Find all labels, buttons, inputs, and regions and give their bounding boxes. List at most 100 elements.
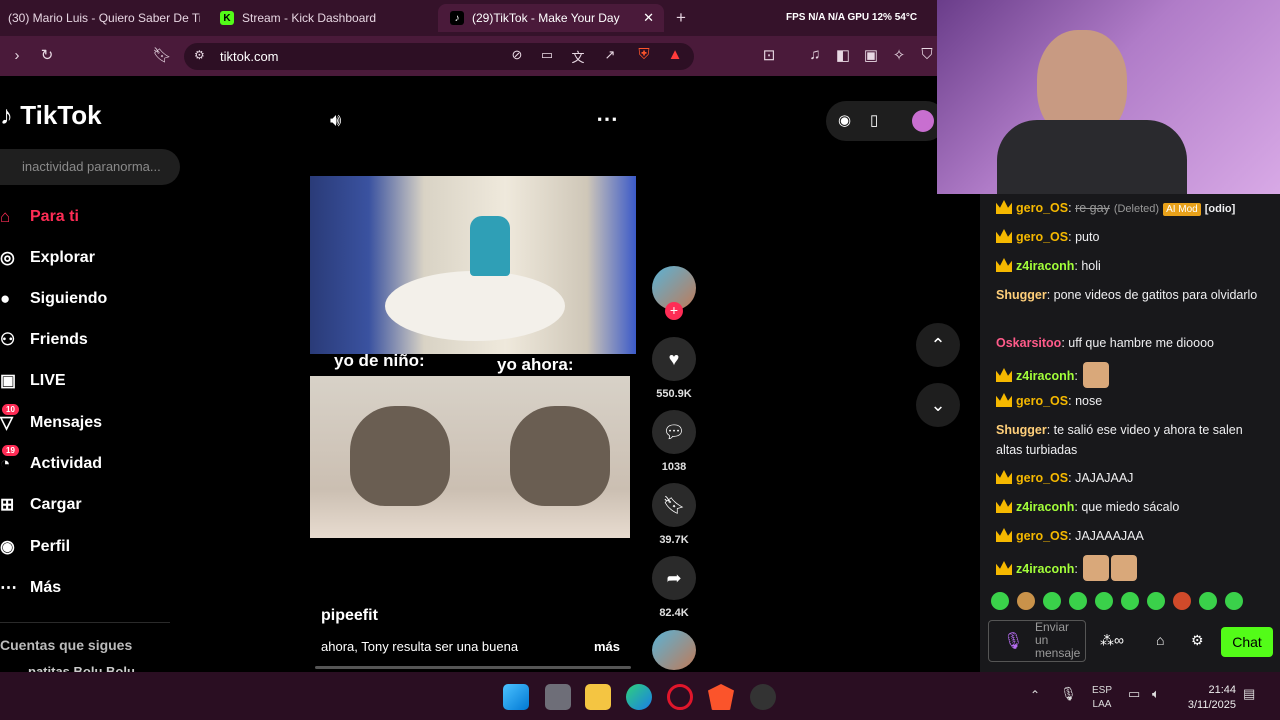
search-input[interactable]: inactividad paranorma...	[0, 149, 180, 185]
language-indicator[interactable]: ESP LAA	[1092, 684, 1112, 712]
clock[interactable]: 21:44 3/11/2025	[1180, 683, 1236, 713]
notifications-icon[interactable]: ▤	[1243, 686, 1255, 702]
following-account[interactable]: patitas Bolu Bolu	[28, 664, 135, 672]
save-button[interactable]: 🔖︎	[652, 483, 696, 527]
chat-username[interactable]: gero_OS	[1016, 230, 1068, 244]
nav-item-explorar[interactable]: ◎ Explorar	[0, 243, 95, 273]
emote-quick-pick[interactable]	[1147, 592, 1165, 610]
emote-quick-pick[interactable]	[991, 592, 1009, 610]
chat-username[interactable]: z4iraconh	[1016, 500, 1074, 514]
tab-kick[interactable]: K Stream - Kick Dashboard	[214, 4, 434, 32]
tab-tiktok[interactable]: ♪ (29)TikTok - Make Your Day ✕	[438, 4, 664, 32]
translate-icon[interactable]: 文	[567, 47, 589, 66]
share-button[interactable]: ➦	[652, 556, 696, 600]
chat-username[interactable]: z4iraconh	[1016, 562, 1074, 576]
media-icon[interactable]: ♫	[804, 46, 826, 63]
like-button[interactable]: ♥	[652, 337, 696, 381]
emote-quick-pick[interactable]	[1043, 592, 1061, 610]
upload-icon: ⊞	[0, 495, 15, 514]
store-icon[interactable]: ⌂	[1156, 632, 1164, 648]
nav-item-siguiendo[interactable]: ● Siguiendo	[0, 284, 107, 314]
emote-quick-pick[interactable]	[1173, 592, 1191, 610]
chat-input[interactable]: 🎙︎ Enviar un mensaje	[988, 620, 1086, 662]
edge-icon[interactable]	[626, 684, 652, 710]
nav-item-cargar[interactable]: ⊞ Cargar	[0, 490, 82, 520]
emote-quick-pick[interactable]	[1121, 592, 1139, 610]
follow-plus-icon[interactable]: +	[665, 302, 683, 320]
share-icon[interactable]: ↗	[599, 47, 621, 63]
screenshot-icon[interactable]: ⊡	[758, 46, 780, 64]
start-icon[interactable]	[503, 684, 529, 710]
chat-username[interactable]: Shugger	[996, 288, 1047, 302]
picture-in-picture-icon[interactable]: ▭	[536, 47, 558, 63]
video-more-link[interactable]: más	[594, 639, 620, 654]
chat-message: Shugger: te salió ese video y ahora te s…	[996, 420, 1266, 460]
task-view-icon[interactable]	[545, 684, 571, 710]
chat-username[interactable]: gero_OS	[1016, 529, 1068, 543]
like-count: 550.9K	[656, 388, 692, 400]
sound-disc-avatar[interactable]	[652, 630, 696, 670]
nav-item-para-ti[interactable]: ⌂ Para ti	[0, 202, 79, 232]
crown-badge-icon	[996, 368, 1012, 382]
tray-mic-icon[interactable]: 🎙︎	[1060, 686, 1077, 702]
chat-username[interactable]: z4iraconh	[1016, 369, 1074, 383]
nav-item-friends[interactable]: ⚇ Friends	[0, 325, 88, 355]
desktop-app-icon[interactable]: ◉	[838, 111, 851, 129]
tiktok-logo[interactable]: ♪ TikTok	[0, 100, 102, 131]
chat-username[interactable]: gero_OS	[1016, 471, 1068, 485]
nav-item-live[interactable]: ▣ LIVE	[0, 366, 66, 396]
send-chat-button[interactable]: Chat	[1221, 627, 1273, 657]
video-top-frame[interactable]	[310, 176, 636, 354]
emote-quick-pick[interactable]	[1017, 592, 1035, 610]
bookmark-icon[interactable]: 🔖︎	[151, 46, 173, 64]
more-options-icon[interactable]: ⋯	[596, 106, 619, 132]
volume-tray-icon[interactable]: 🔈︎	[1152, 686, 1160, 702]
file-explorer-icon[interactable]	[585, 684, 611, 710]
emote-picker-icon[interactable]: ⁂∞	[1100, 632, 1124, 649]
chat-text: re gay	[1075, 201, 1110, 215]
leo-ai-icon[interactable]: ✧	[888, 46, 910, 64]
video-author[interactable]: pipeefit	[321, 607, 378, 625]
video-progress-bar[interactable]	[315, 666, 631, 669]
previous-video-button[interactable]: ⌃	[916, 323, 960, 367]
wallet-icon[interactable]: ▣	[860, 46, 882, 64]
no-tracking-icon[interactable]: ⊘	[506, 47, 528, 63]
sidebar-icon[interactable]: ◧	[832, 46, 854, 64]
new-tab-button[interactable]: +	[676, 8, 686, 28]
nav-item-perfil[interactable]: ◉ Perfil	[0, 532, 70, 562]
chat-username[interactable]: Oskarsitoo	[996, 336, 1061, 350]
mobile-app-icon[interactable]: ▯	[870, 111, 878, 129]
system-tray-chevron-icon[interactable]: ⌃	[1030, 688, 1040, 702]
nav-item-más[interactable]: ⋯ Más	[0, 573, 61, 603]
nav-item-actividad[interactable]: ◔ Actividad 19	[0, 445, 103, 479]
nav-item-label: Actividad	[30, 455, 103, 472]
emote-quick-pick[interactable]	[1095, 592, 1113, 610]
vpn-icon[interactable]: ⛉	[916, 46, 938, 63]
tab-youtube[interactable]: (30) Mario Luis - Quiero Saber De Ti	[0, 4, 200, 32]
opera-gx-icon[interactable]	[667, 684, 693, 710]
chat-settings-icon[interactable]: ⚙	[1191, 632, 1204, 649]
emote-quick-pick[interactable]	[1069, 592, 1087, 610]
site-settings-icon[interactable]: ⚙	[194, 48, 205, 62]
video-bottom-frame[interactable]	[310, 376, 630, 538]
chat-username[interactable]: gero_OS	[1016, 201, 1068, 215]
chat-username[interactable]: gero_OS	[1016, 394, 1068, 408]
microphone-icon[interactable]: 🎙︎	[1003, 631, 1023, 651]
emote-quick-pick[interactable]	[1199, 592, 1217, 610]
comment-button[interactable]: 💬︎	[652, 410, 696, 454]
chat-username[interactable]: Shugger	[996, 423, 1047, 437]
volume-icon[interactable]: 🔊︎	[330, 110, 341, 131]
emote-quick-pick[interactable]	[1225, 592, 1243, 610]
reload-icon[interactable]: ↻	[36, 46, 58, 64]
close-tab-icon[interactable]: ✕	[643, 10, 654, 26]
brave-shield-icon[interactable]: ⛨	[633, 46, 655, 63]
chat-username[interactable]: z4iraconh	[1016, 259, 1074, 273]
brave-rewards-icon[interactable]: ▲	[664, 46, 686, 63]
forward-icon[interactable]: ›	[6, 47, 28, 64]
network-icon[interactable]: ▭	[1128, 686, 1140, 702]
next-video-button[interactable]: ⌄	[916, 383, 960, 427]
nav-item-mensajes[interactable]: ▽ Mensajes 10	[0, 404, 102, 438]
url-text[interactable]: tiktok.com	[220, 49, 279, 64]
user-avatar[interactable]	[912, 110, 934, 132]
obs-icon[interactable]	[750, 684, 776, 710]
